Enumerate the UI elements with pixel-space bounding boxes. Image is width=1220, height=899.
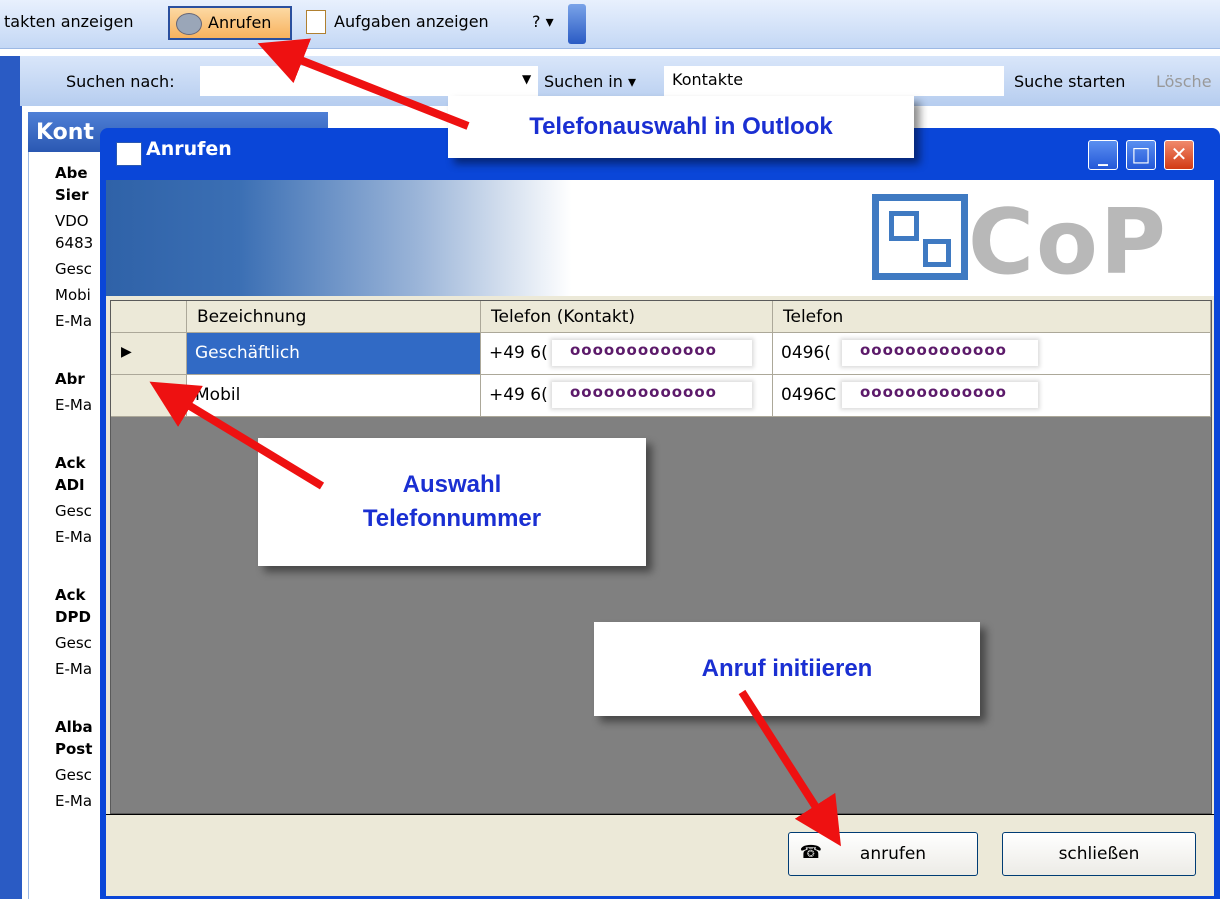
annotation-arrows xyxy=(149,38,841,847)
arrow-to-row-selector xyxy=(149,381,325,490)
arrow-to-call-button xyxy=(738,689,841,847)
arrow-to-call-toolbar xyxy=(257,38,470,130)
